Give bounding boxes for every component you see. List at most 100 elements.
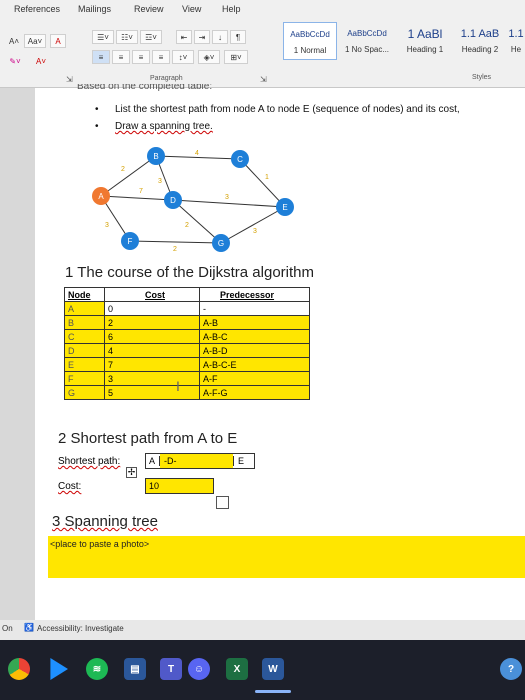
cell-cost[interactable]: 4 <box>104 343 200 358</box>
justify-icon[interactable]: ≡ <box>152 50 170 64</box>
photo-placeholder-area[interactable]: <place to paste a photo> <box>48 536 525 578</box>
media-player-icon[interactable] <box>50 658 68 680</box>
change-case-icon[interactable]: Aa˅ <box>24 34 46 48</box>
cell-node[interactable]: C <box>64 329 105 344</box>
tab-view[interactable]: View <box>182 4 201 14</box>
weight-a-f: 3 <box>105 222 109 229</box>
styles-gallery: AaBbCcDd 1 Normal AaBbCcDd 1 No Spac... … <box>283 22 525 60</box>
multilevel-list-icon[interactable]: ☲˅ <box>140 30 162 44</box>
header-predecessor: Predecessor <box>199 287 310 302</box>
table-move-handle-icon[interactable]: ✢ <box>126 467 137 478</box>
section-2-heading: 2 Shortest path from A to E <box>58 430 238 447</box>
cell-node[interactable]: E <box>64 357 105 372</box>
shortest-path-field[interactable]: A -D- E <box>145 453 255 469</box>
help-icon[interactable]: ? <box>500 658 522 680</box>
node-e-label: E <box>282 203 287 212</box>
weight-f-g: 2 <box>173 246 177 253</box>
align-left-icon[interactable]: ≡ <box>92 50 110 64</box>
cell-cost[interactable]: 3 <box>104 371 200 386</box>
node-b-label: B <box>153 152 158 161</box>
bullet-spanning-tree: Draw a spanning tree. <box>95 121 213 132</box>
weight-a-b: 2 <box>121 166 125 173</box>
borders-icon[interactable]: ⊞˅ <box>224 50 248 64</box>
paragraph-group-label: Paragraph <box>150 75 183 82</box>
node-a-label: A <box>98 192 104 201</box>
cost-field[interactable]: 10 <box>145 478 214 494</box>
edge-c-e <box>239 158 286 208</box>
cell-cost[interactable]: 2 <box>104 315 200 330</box>
bullet-shortest-path: List the shortest path from node A to no… <box>95 104 460 115</box>
style-heading-3[interactable]: 1.1 He <box>507 22 525 60</box>
cell-predecessor[interactable]: A-B-D <box>199 343 310 358</box>
clear-format-icon[interactable]: A <box>50 34 66 48</box>
cell-cost[interactable]: 5 <box>104 385 200 400</box>
cell-cost[interactable]: 7 <box>104 357 200 372</box>
tab-mailings[interactable]: Mailings <box>78 4 111 14</box>
weight-d-e: 3 <box>225 194 229 201</box>
style-no-spacing[interactable]: AaBbCcDd 1 No Spac... <box>339 22 395 60</box>
sort-icon[interactable]: ↓ <box>212 30 228 44</box>
cell-node[interactable]: G <box>64 385 105 400</box>
cell-predecessor[interactable]: A-F-G <box>199 385 310 400</box>
chrome-icon[interactable] <box>8 658 30 680</box>
cell-predecessor[interactable]: A-B-C <box>199 329 310 344</box>
cell-node[interactable]: B <box>64 315 105 330</box>
cell-node[interactable]: A <box>64 301 105 316</box>
tab-references[interactable]: References <box>14 4 60 14</box>
style-heading-1[interactable]: 1 AaBl Heading 1 <box>397 22 453 60</box>
table-resize-handle-icon[interactable] <box>216 496 229 509</box>
taskbar: ≋ ▤ T ☺ X W ? <box>0 640 525 700</box>
weight-b-c: 4 <box>195 150 199 157</box>
cell-cost[interactable]: 0 <box>104 301 200 316</box>
discord-icon[interactable]: ☺ <box>188 658 210 680</box>
node-d-label: D <box>170 196 176 205</box>
bullets-icon[interactable]: ☰˅ <box>92 30 114 44</box>
section-1-heading: 1 The course of the Dijkstra algorithm <box>65 264 315 281</box>
spotify-icon[interactable]: ≋ <box>86 658 108 680</box>
accessibility-icon[interactable]: ♿ <box>24 623 34 632</box>
cell-predecessor[interactable]: A-F <box>199 371 310 386</box>
weight-a-d: 7 <box>139 188 143 195</box>
excel-icon[interactable]: X <box>226 658 248 680</box>
line-spacing-icon[interactable]: ↕˅ <box>172 50 194 64</box>
cell-predecessor[interactable]: A-B <box>199 315 310 330</box>
cell-node[interactable]: D <box>64 343 105 358</box>
graph-diagram: 2 4 1 7 3 3 3 2 2 3 A B C D E F G <box>92 147 294 253</box>
table-row: D 4 A-B-D <box>64 343 310 358</box>
font-dialog-launcher-icon[interactable]: ⇲ <box>66 75 73 84</box>
font-grow-icon[interactable]: A˄ <box>4 34 24 48</box>
align-center-icon[interactable]: ≡ <box>112 50 130 64</box>
cell-predecessor[interactable]: A-B-C-E <box>199 357 310 372</box>
table-row: E 7 A-B-C-E <box>64 357 310 372</box>
app-icon[interactable]: ▤ <box>124 658 146 680</box>
highlight-icon[interactable]: ✎˅ <box>4 54 26 68</box>
numbering-icon[interactable]: ☷˅ <box>116 30 138 44</box>
weight-c-e: 1 <box>265 174 269 181</box>
tab-help[interactable]: Help <box>222 4 241 14</box>
status-left-text: On <box>2 624 13 633</box>
active-app-indicator <box>255 690 291 693</box>
table-row: A 0 - <box>64 301 310 316</box>
increase-indent-icon[interactable]: ⇥ <box>194 30 210 44</box>
cell-cost[interactable]: 6 <box>104 329 200 344</box>
teams-icon[interactable]: T <box>160 658 182 680</box>
style-heading-2[interactable]: 1.1 AaB Heading 2 <box>455 22 505 60</box>
table-row: G 5 A-F-G <box>64 385 310 400</box>
style-normal[interactable]: AaBbCcDd 1 Normal <box>283 22 337 60</box>
align-right-icon[interactable]: ≡ <box>132 50 150 64</box>
decrease-indent-icon[interactable]: ⇤ <box>176 30 192 44</box>
shading-icon[interactable]: ◈˅ <box>198 50 220 64</box>
header-cost: Cost <box>104 287 200 302</box>
edge-a-b <box>100 155 157 197</box>
paragraph-mark-icon[interactable]: ¶ <box>230 30 246 44</box>
accessibility-status[interactable]: Accessibility: Investigate <box>37 624 124 633</box>
cell-node[interactable]: F <box>64 371 105 386</box>
text-cursor-icon: I <box>176 378 180 394</box>
word-icon[interactable]: W <box>262 658 284 680</box>
tab-review[interactable]: Review <box>134 4 164 14</box>
paragraph-dialog-launcher-icon[interactable]: ⇲ <box>260 75 267 84</box>
cell-predecessor[interactable]: - <box>199 301 310 316</box>
table-header-row: Node Cost Predecessor <box>64 287 310 302</box>
font-color-icon[interactable]: A˅ <box>30 54 52 68</box>
path-start: A <box>149 456 161 466</box>
